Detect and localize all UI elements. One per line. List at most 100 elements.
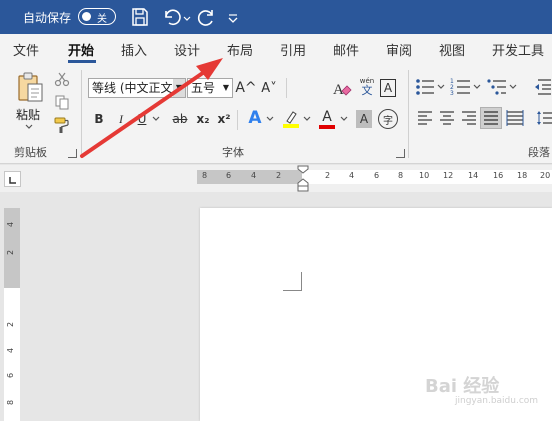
align-left-icon[interactable] <box>416 109 434 127</box>
ruler-tick: 10 <box>419 171 430 180</box>
copy-icon[interactable] <box>54 94 70 110</box>
text-effects-dropdown-icon[interactable] <box>265 114 275 124</box>
paste-dropdown-icon[interactable] <box>24 122 34 132</box>
toggle-knob <box>82 11 91 21</box>
paste-icon[interactable] <box>12 70 48 104</box>
font-name-dropdown-icon[interactable]: ▼ <box>173 79 185 97</box>
tab-review[interactable]: 审阅 <box>386 40 412 59</box>
grow-font-button[interactable]: A^ <box>235 78 256 98</box>
tab-file[interactable]: 文件 <box>13 40 39 59</box>
decrease-indent-icon[interactable] <box>532 76 552 98</box>
tab-references[interactable]: 引用 <box>280 40 306 59</box>
tab-mailings[interactable]: 邮件 <box>333 40 359 59</box>
subscript-button[interactable]: x₂ <box>195 110 211 128</box>
font-group-label: 字体 <box>222 146 244 159</box>
tab-developer[interactable]: 开发工具 <box>492 40 544 59</box>
ruler-top-margin <box>4 208 20 288</box>
ruler-tick: 18 <box>517 171 528 180</box>
format-painter-icon[interactable] <box>53 116 71 134</box>
ruler-tick: 12 <box>443 171 454 180</box>
character-border-button[interactable]: A <box>380 79 396 97</box>
inner-separator <box>237 110 238 130</box>
enclose-characters-button[interactable]: 字 <box>378 109 398 129</box>
undo-icon[interactable] <box>160 5 184 29</box>
vertical-ruler[interactable]: 4 2 2 4 6 8 <box>4 208 20 421</box>
font-color-dropdown-icon[interactable] <box>339 114 349 124</box>
ribbon-tabs: 文件 开始 插入 设计 布局 引用 邮件 审阅 视图 开发工具 <box>0 34 552 64</box>
ruler-tick: 6 <box>6 372 16 379</box>
ruler-tick: 4 <box>251 171 257 180</box>
underline-button[interactable]: U <box>135 110 149 128</box>
watermark-text: Bai 经验 <box>425 376 500 397</box>
distributed-icon[interactable] <box>506 109 524 127</box>
redo-icon[interactable] <box>195 5 219 29</box>
ruler-tick: 2 <box>6 249 16 256</box>
font-size-value: 五号 <box>191 81 216 95</box>
margin-crop-mark <box>283 272 302 291</box>
font-size-dropdown-icon[interactable]: ▼ <box>220 79 232 97</box>
ruler-tick: 4 <box>6 347 16 354</box>
svg-text:A: A <box>333 82 344 98</box>
superscript-button[interactable]: x² <box>216 110 232 128</box>
clear-formatting-icon[interactable]: A <box>331 78 353 100</box>
inner-separator <box>286 78 287 98</box>
ruler-tick: 4 <box>349 171 355 180</box>
paragraph-group-label: 段落 <box>528 146 550 159</box>
clipboard-group-label: 剪贴板 <box>14 146 47 159</box>
phonetic-char: 文 <box>361 84 373 97</box>
ruler-tick: 6 <box>226 171 232 180</box>
character-shading-button[interactable]: A <box>356 110 372 128</box>
autosave-toggle[interactable]: 关 <box>78 8 116 25</box>
horizontal-ruler[interactable]: 8 6 4 2 2 4 6 8 10 12 14 16 18 20 <box>197 170 552 184</box>
font-color-swatch <box>319 125 335 129</box>
text-effects-button[interactable]: A <box>246 107 264 129</box>
svg-text:3: 3 <box>450 90 454 97</box>
shrink-font-button[interactable]: A˅ <box>260 78 278 98</box>
active-tab-indicator <box>68 60 96 63</box>
bold-button[interactable]: B <box>92 110 106 128</box>
tab-home[interactable]: 开始 <box>68 40 94 59</box>
strikethrough-button[interactable]: ab <box>170 110 190 128</box>
font-size-combo[interactable]: 五号 ▼ <box>187 78 233 98</box>
clipboard-launcher-icon[interactable] <box>68 149 77 158</box>
undo-dropdown-icon[interactable] <box>182 5 192 29</box>
multilevel-list-icon[interactable] <box>486 76 508 98</box>
numbering-dropdown-icon[interactable] <box>472 82 482 92</box>
bullets-icon[interactable] <box>414 76 436 98</box>
highlight-dropdown-icon[interactable] <box>302 114 312 124</box>
italic-button[interactable]: I <box>114 110 128 128</box>
ruler-tick: 2 <box>6 321 16 328</box>
ruler-tick: 8 <box>398 171 404 180</box>
justify-icon[interactable] <box>482 109 500 127</box>
customize-icon[interactable] <box>225 5 241 29</box>
indent-marker-icon[interactable] <box>297 165 309 192</box>
font-name-combo[interactable]: 等线 (中文正文 ▼ <box>88 78 186 98</box>
multilevel-dropdown-icon[interactable] <box>508 82 518 92</box>
bullets-dropdown-icon[interactable] <box>436 82 446 92</box>
highlight-icon[interactable] <box>282 109 300 129</box>
align-right-icon[interactable] <box>460 109 478 127</box>
ruler-tick: 8 <box>202 171 208 180</box>
font-name-value: 等线 (中文正文 <box>92 81 173 95</box>
phonetic-guide-button[interactable]: wén 文 <box>356 74 378 100</box>
numbering-icon[interactable]: 123 <box>450 76 472 98</box>
watermark-url: jingyan.baidu.com <box>455 396 539 406</box>
ribbon: 粘贴 剪贴板 等线 (中文正文 ▼ 五号 ▼ A^ A˅ A wén 文 A B… <box>0 64 552 164</box>
paste-button[interactable]: 粘贴 <box>16 106 40 123</box>
tab-design[interactable]: 设计 <box>174 40 200 59</box>
autosave-label: 自动保存 <box>23 11 72 25</box>
tab-layout[interactable]: 布局 <box>227 40 253 59</box>
tab-selector-icon[interactable] <box>4 171 21 187</box>
cut-icon[interactable] <box>54 71 70 87</box>
line-spacing-icon[interactable] <box>536 109 552 127</box>
autosave-state: 关 <box>97 14 107 25</box>
align-center-icon[interactable] <box>438 109 456 127</box>
tab-insert[interactable]: 插入 <box>121 40 147 59</box>
underline-dropdown-icon[interactable] <box>151 114 161 124</box>
ruler-tick: 4 <box>6 221 16 228</box>
font-color-button[interactable]: A <box>318 108 336 130</box>
tab-view[interactable]: 视图 <box>439 40 465 59</box>
save-icon[interactable] <box>128 5 152 29</box>
ruler-tick: 20 <box>540 171 551 180</box>
font-launcher-icon[interactable] <box>396 149 405 158</box>
